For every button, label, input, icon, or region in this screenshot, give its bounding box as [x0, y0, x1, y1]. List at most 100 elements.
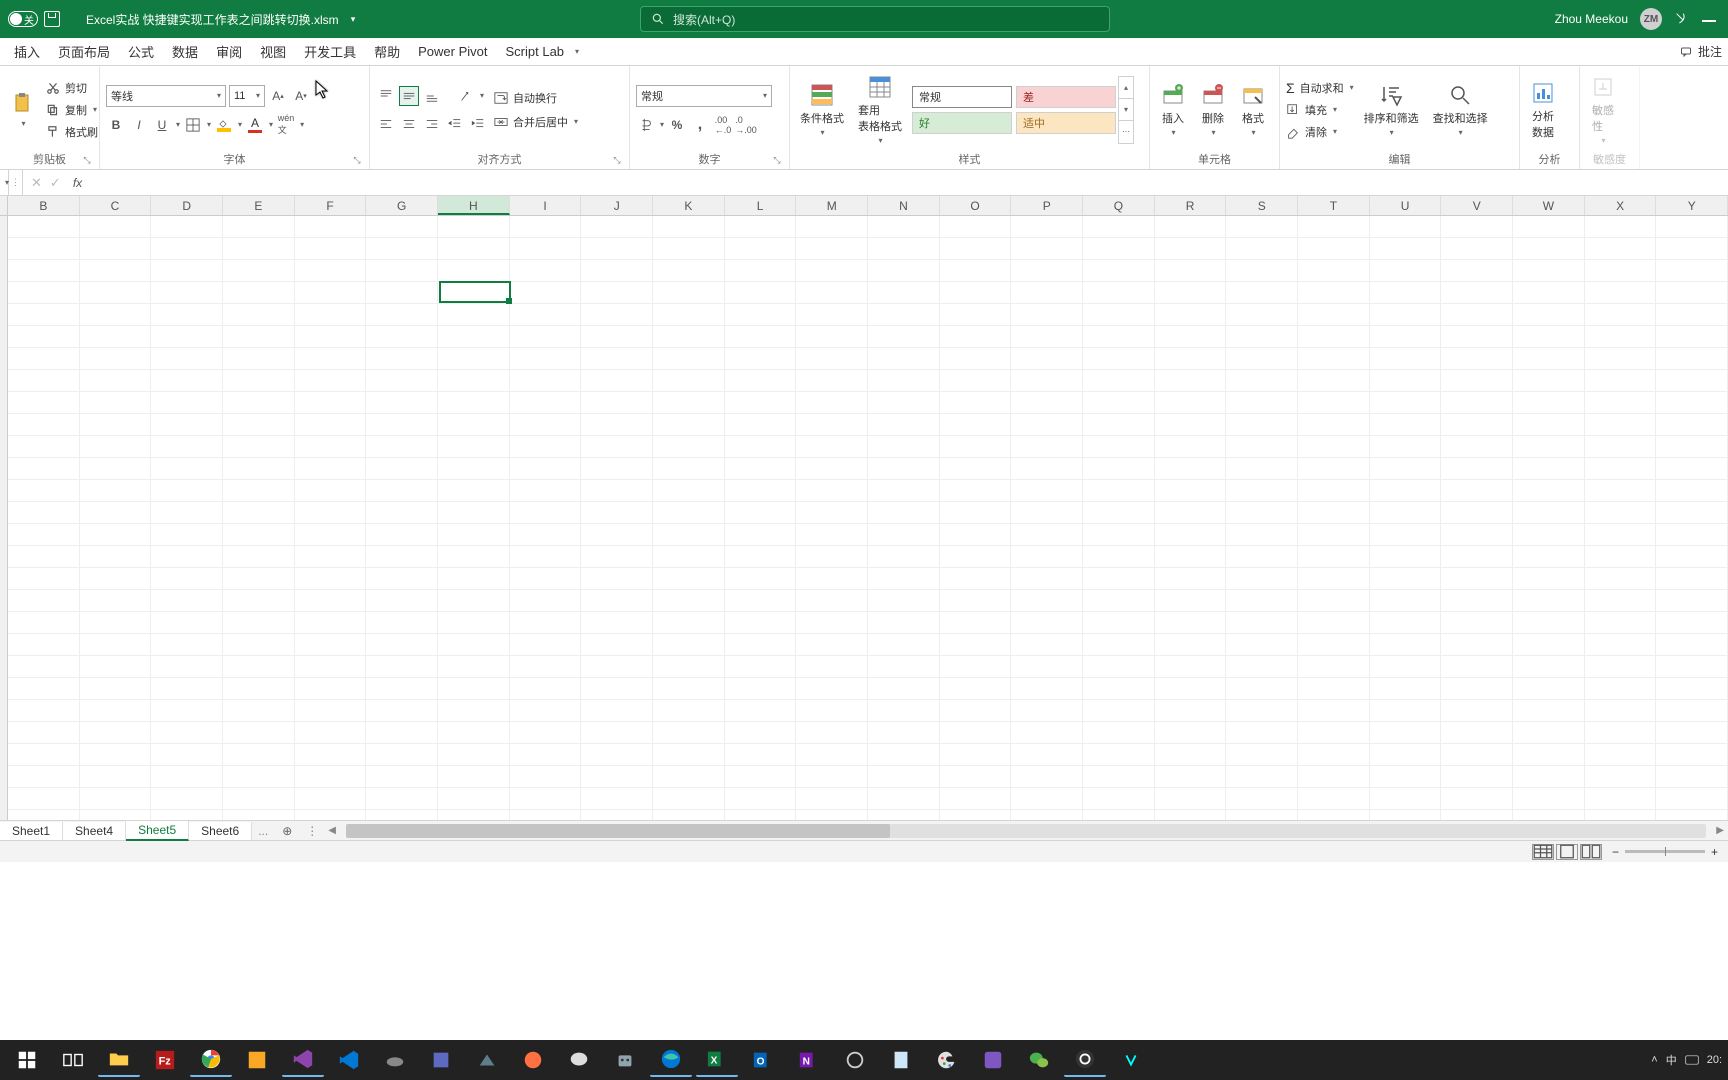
- keyboard-icon[interactable]: [1685, 1053, 1699, 1067]
- column-header[interactable]: B: [8, 196, 80, 215]
- tray-chevron-icon[interactable]: ˄: [1651, 1054, 1657, 1066]
- column-header[interactable]: I: [510, 196, 582, 215]
- zoom-out-button[interactable]: −: [1612, 845, 1619, 859]
- app4-button[interactable]: [466, 1043, 508, 1077]
- app8-button[interactable]: [834, 1043, 876, 1077]
- format-cells-button[interactable]: 格式▾: [1236, 80, 1270, 139]
- number-format-select[interactable]: 常规▾: [636, 85, 772, 107]
- normal-view-button[interactable]: [1532, 844, 1554, 860]
- column-header[interactable]: J: [581, 196, 653, 215]
- conditional-format-button[interactable]: 条件格式▾: [796, 80, 848, 139]
- tab-layout[interactable]: 页面布局: [50, 38, 118, 65]
- font-size-select[interactable]: 11▾: [229, 85, 265, 107]
- column-header[interactable]: L: [725, 196, 797, 215]
- name-box[interactable]: ▾: [0, 170, 9, 195]
- active-cell[interactable]: [439, 281, 511, 303]
- avatar[interactable]: ZM: [1640, 8, 1662, 30]
- wrap-text-button[interactable]: 自动换行: [494, 90, 578, 106]
- vscode-button[interactable]: [328, 1043, 370, 1077]
- app5-button[interactable]: [512, 1043, 554, 1077]
- column-header[interactable]: D: [151, 196, 223, 215]
- sheet-menu[interactable]: ⋮: [300, 824, 324, 838]
- increase-indent-button[interactable]: [468, 114, 488, 134]
- fill-button[interactable]: 填充▾: [1286, 102, 1354, 118]
- minimize-icon[interactable]: [1702, 20, 1716, 22]
- column-header[interactable]: H: [438, 196, 510, 215]
- tab-data[interactable]: 数据: [164, 38, 206, 65]
- notepad-button[interactable]: [880, 1043, 922, 1077]
- onenote-button[interactable]: N: [788, 1043, 830, 1077]
- column-header[interactable]: O: [940, 196, 1012, 215]
- horizontal-scrollbar[interactable]: [346, 824, 1706, 838]
- tab-powerpivot[interactable]: Power Pivot: [410, 40, 495, 63]
- edge-button[interactable]: [650, 1043, 692, 1077]
- column-header[interactable]: K: [653, 196, 725, 215]
- align-bottom-button[interactable]: [422, 86, 442, 106]
- column-header[interactable]: Y: [1656, 196, 1728, 215]
- zoom-slider[interactable]: [1625, 850, 1705, 853]
- column-header[interactable]: V: [1441, 196, 1513, 215]
- user-name[interactable]: Zhou Meekou: [1555, 12, 1628, 26]
- wechat-button[interactable]: [1018, 1043, 1060, 1077]
- start-button[interactable]: [6, 1043, 48, 1077]
- column-header[interactable]: W: [1513, 196, 1585, 215]
- save-icon[interactable]: [44, 11, 60, 27]
- align-right-button[interactable]: [422, 114, 442, 134]
- app2-button[interactable]: [374, 1043, 416, 1077]
- underline-button[interactable]: U: [152, 115, 172, 135]
- tab-formulas[interactable]: 公式: [120, 38, 162, 65]
- analyze-data-button[interactable]: 分析 数据: [1526, 78, 1560, 142]
- sheet-tab[interactable]: Sheet1: [0, 822, 63, 840]
- cell-styles-gallery[interactable]: 常规 差 好 适中 ▴ ▾ ⋯: [912, 76, 1134, 144]
- style-more-icon[interactable]: ⋯: [1119, 121, 1133, 143]
- column-header[interactable]: M: [796, 196, 868, 215]
- clock[interactable]: 20:: [1707, 1054, 1722, 1066]
- tab-developer[interactable]: 开发工具: [296, 38, 364, 65]
- column-header[interactable]: C: [80, 196, 152, 215]
- decrease-indent-button[interactable]: [445, 114, 465, 134]
- paint-button[interactable]: [926, 1043, 968, 1077]
- insert-cells-button[interactable]: 插入▾: [1156, 80, 1190, 139]
- excel-button[interactable]: X: [696, 1043, 738, 1077]
- style-neutral[interactable]: 适中: [1016, 112, 1116, 134]
- autosave-toggle[interactable]: 关: [8, 11, 38, 27]
- italic-button[interactable]: I: [129, 115, 149, 135]
- sort-filter-button[interactable]: 排序和筛选▾: [1360, 80, 1423, 139]
- app6-button[interactable]: [558, 1043, 600, 1077]
- app10-button[interactable]: [1110, 1043, 1152, 1077]
- delete-cells-button[interactable]: 删除▾: [1196, 80, 1230, 139]
- style-up-icon[interactable]: ▴: [1119, 77, 1133, 99]
- app9-button[interactable]: [972, 1043, 1014, 1077]
- column-header[interactable]: P: [1011, 196, 1083, 215]
- accounting-button[interactable]: [636, 115, 656, 135]
- tab-scriptlab[interactable]: Script Lab: [498, 40, 573, 63]
- system-tray[interactable]: ˄ 中 20:: [1651, 1052, 1722, 1068]
- style-down-icon[interactable]: ▾: [1119, 99, 1133, 121]
- cells-area[interactable]: [8, 216, 1728, 820]
- row-headers[interactable]: [0, 216, 8, 820]
- column-header[interactable]: Q: [1083, 196, 1155, 215]
- fill-color-button[interactable]: [214, 115, 234, 135]
- font-color-button[interactable]: A: [245, 115, 265, 135]
- find-select-button[interactable]: 查找和选择▾: [1429, 80, 1492, 139]
- border-button[interactable]: [183, 115, 203, 135]
- confirm-icon[interactable]: ✓: [50, 175, 61, 191]
- add-sheet-button[interactable]: ⊕: [274, 824, 300, 838]
- column-header[interactable]: U: [1370, 196, 1442, 215]
- filezilla-button[interactable]: Fz: [144, 1043, 186, 1077]
- sheet-tab[interactable]: Sheet5: [126, 821, 189, 841]
- scroll-right-icon[interactable]: ▶: [1712, 825, 1728, 836]
- page-layout-view-button[interactable]: [1556, 844, 1578, 860]
- launcher-icon[interactable]: ⤡: [81, 155, 93, 167]
- cancel-icon[interactable]: ✕: [31, 175, 42, 191]
- fill-handle[interactable]: [506, 298, 512, 304]
- column-headers[interactable]: BCDEFGHIJKLMNOPQRSTUVWXY: [8, 196, 1728, 216]
- align-middle-button[interactable]: [399, 86, 419, 106]
- comments-button[interactable]: 批注: [1698, 43, 1722, 60]
- copy-button[interactable]: 复制▾: [46, 102, 98, 118]
- scriptlab-dropdown-icon[interactable]: ▾: [575, 47, 579, 56]
- tab-view[interactable]: 视图: [252, 38, 294, 65]
- merge-center-button[interactable]: 合并后居中▾: [494, 114, 578, 130]
- explorer-button[interactable]: [98, 1043, 140, 1077]
- sheet-tab[interactable]: Sheet6: [189, 822, 252, 840]
